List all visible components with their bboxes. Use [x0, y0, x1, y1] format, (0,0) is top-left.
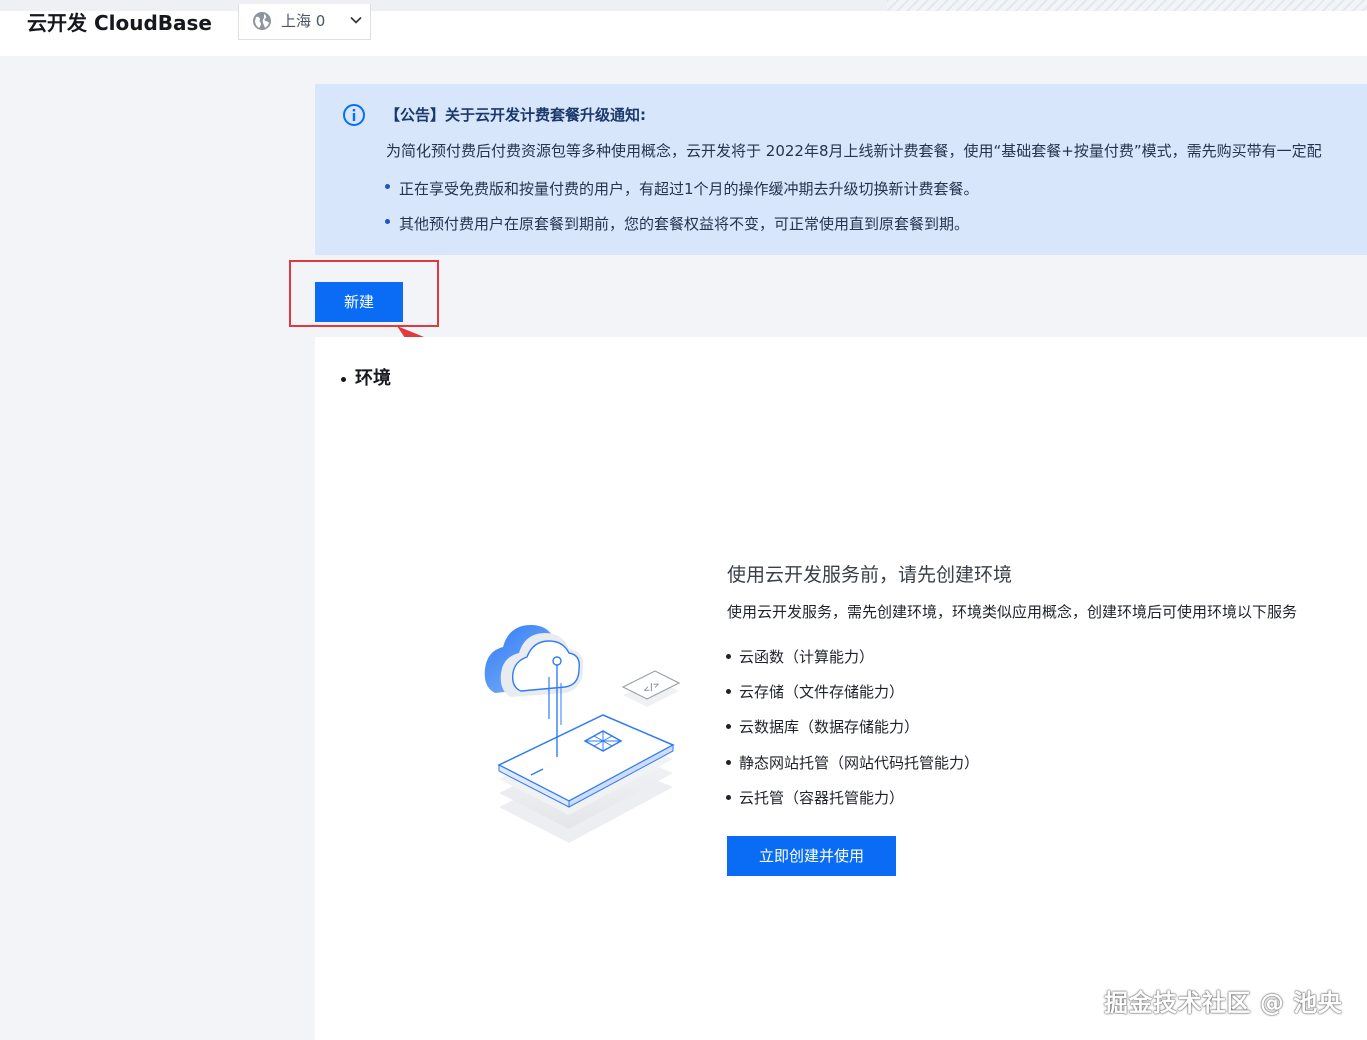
announcement-bullet: 其他预付费用户在原套餐到期前，您的套餐权益将不变，可正常使用直到原套餐到期。: [385, 213, 969, 234]
announcement-description: 为简化预付费后付费资源包等多种使用概念，云开发将于 2022年8月上线新计费套餐…: [386, 142, 1322, 160]
app-title: 云开发 CloudBase: [27, 11, 212, 35]
decorative-stripes: [887, 0, 1367, 11]
service-label: 云存储（文件存储能力）: [739, 683, 905, 701]
globe-icon: [253, 12, 271, 30]
create-and-use-button[interactable]: 立即创建并使用: [727, 836, 896, 876]
bullet-dot: [726, 654, 731, 659]
announcement-bullet: 正在享受免费版和按量付费的用户，有超过1个月的操作缓冲期去升级切换新计费套餐。: [385, 178, 979, 199]
environment-card: 环境 </> 使用云开发服务前，请先创建环境 使用云开发服务，需先创建环境，环境…: [315, 337, 1367, 1040]
top-bar: 云开发 CloudBase 上海 0: [0, 0, 1367, 56]
annotation-highlight-box: [289, 260, 439, 327]
section-title: 环境: [341, 364, 391, 390]
watermark: 掘金技术社区 @ 池央: [1104, 989, 1343, 1017]
service-item: 云数据库（数据存储能力）: [726, 716, 919, 737]
service-item: 静态网站托管（网站代码托管能力）: [726, 752, 979, 773]
cloud-server-illustration: </>: [484, 625, 681, 843]
bullet-dot: [385, 219, 390, 224]
empty-state-title: 使用云开发服务前，请先创建环境: [727, 564, 1013, 586]
service-item: 云托管（容器托管能力）: [726, 787, 904, 808]
chevron-down-icon: [350, 16, 362, 24]
bullet-dot: [726, 689, 731, 694]
bullet-dot: [726, 760, 731, 765]
bullet-dot: [341, 377, 346, 382]
bullet-text: 正在享受免费版和按量付费的用户，有超过1个月的操作缓冲期去升级切换新计费套餐。: [399, 180, 979, 198]
service-item: 云存储（文件存储能力）: [726, 681, 904, 702]
bullet-dot: [726, 795, 731, 800]
service-label: 云托管（容器托管能力）: [739, 789, 905, 807]
service-label: 云函数（计算能力）: [739, 648, 875, 666]
bullet-dot: [385, 184, 390, 189]
service-label: 云数据库（数据存储能力）: [739, 718, 920, 736]
announcement-banner: 【公告】关于云开发计费套餐升级通知: 为简化预付费后付费资源包等多种使用概念，云…: [315, 84, 1367, 255]
region-label: 上海 0: [281, 12, 326, 30]
bullet-text: 其他预付费用户在原套餐到期前，您的套餐权益将不变，可正常使用直到原套餐到期。: [399, 215, 970, 233]
announcement-title: 【公告】关于云开发计费套餐升级通知:: [385, 106, 647, 124]
info-icon: [343, 104, 365, 126]
section-title-text: 环境: [355, 368, 391, 389]
service-item: 云函数（计算能力）: [726, 646, 874, 667]
empty-state-description: 使用云开发服务，需先创建环境，环境类似应用概念，创建环境后可使用环境以下服务: [727, 603, 1298, 621]
region-select[interactable]: 上海 0: [238, 4, 371, 40]
service-label: 静态网站托管（网站代码托管能力）: [739, 754, 980, 772]
bullet-dot: [726, 724, 731, 729]
